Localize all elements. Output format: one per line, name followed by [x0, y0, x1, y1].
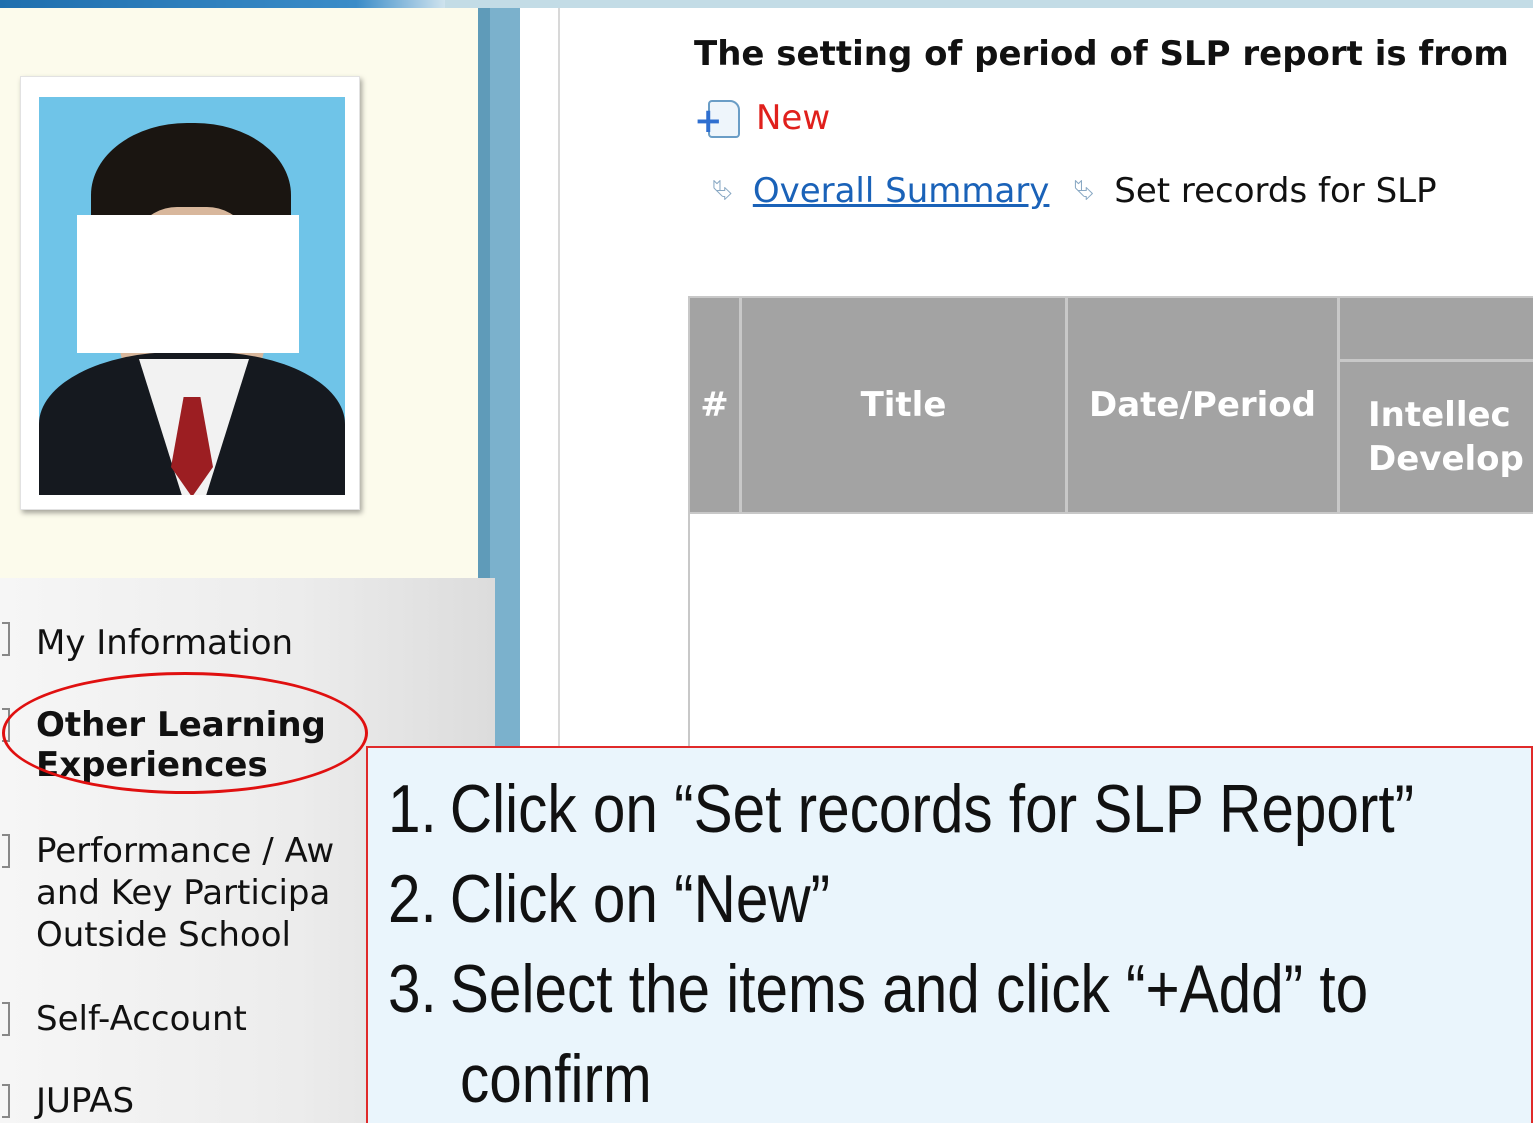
sidebar-item-self-account[interactable]: Self-Account [36, 998, 247, 1040]
face-redaction [77, 215, 299, 353]
instruction-step-2: 2. Click on “New” [388, 861, 831, 937]
menu-bullet-icon [2, 622, 10, 656]
breadcrumb-current[interactable]: Set records for SLP [1114, 171, 1436, 211]
instruction-callout: 1. Click on “Set records for SLP Report” … [366, 746, 1533, 1123]
instruction-step-3-continued: confirm [460, 1041, 652, 1117]
breadcrumb-overall-summary-link[interactable]: Overall Summary [753, 171, 1050, 211]
student-photo [39, 97, 345, 495]
column-header-title: Title [742, 298, 1068, 512]
instruction-step-1: 1. Click on “Set records for SLP Report” [388, 771, 1415, 847]
sidebar-item-my-information[interactable]: My Information [36, 622, 293, 664]
page-title: The setting of period of SLP report is f… [694, 34, 1509, 74]
new-button[interactable]: + New [694, 96, 830, 140]
column-header-group [1340, 298, 1533, 362]
menu-bullet-icon [2, 1084, 10, 1118]
highlight-annotation [2, 672, 368, 794]
sidebar-item-performance-awards[interactable]: Performance / Aw and Key Participa Outsi… [36, 830, 334, 956]
sidebar-item-jupas[interactable]: JUPAS [36, 1080, 134, 1122]
add-document-icon: + [694, 96, 748, 140]
instruction-step-3: 3. Select the items and click “+Add” to [388, 951, 1369, 1027]
breadcrumb: ⮱ Overall Summary ⮱ Set records for SLP [712, 168, 1437, 214]
menu-bullet-icon [2, 1002, 10, 1036]
column-header-number: # [690, 298, 742, 512]
breadcrumb-arrow-icon: ⮱ [1073, 175, 1095, 206]
column-header-intellectual-development: Intellec Develop [1340, 362, 1533, 512]
student-photo-frame [20, 76, 360, 510]
column-header-date-period: Date/Period [1068, 298, 1340, 512]
breadcrumb-arrow-icon: ⮱ [712, 175, 733, 206]
new-button-label: New [756, 98, 831, 138]
menu-bullet-icon [2, 834, 10, 868]
